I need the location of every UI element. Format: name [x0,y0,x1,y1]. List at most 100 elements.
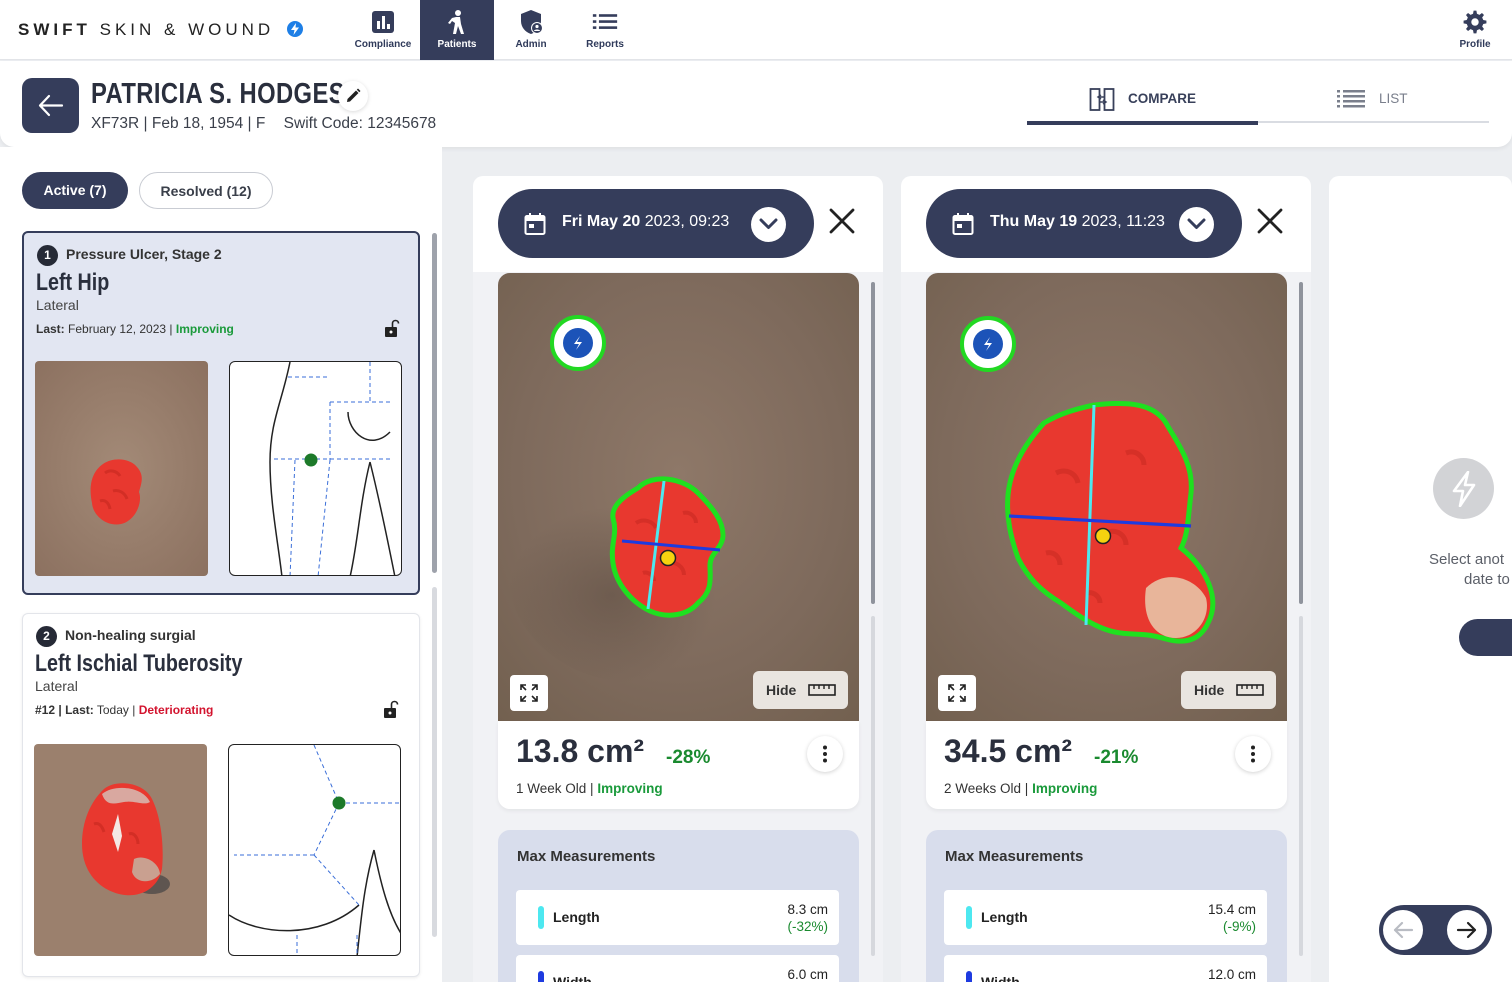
measurement-value: 15.4 cm [1207,902,1256,917]
date-time: 2023, 11:23 [1081,213,1165,230]
status-badge: Improving [1032,781,1098,796]
age-text: 2 Weeks Old | [944,781,1029,796]
close-icon[interactable] [1257,208,1283,234]
bar-chart-icon [372,11,394,33]
last-date: February 12, 2023 | [68,322,173,336]
more-vertical-icon [1251,745,1255,763]
pencil-icon [347,88,361,102]
wound-photo[interactable]: Hide [926,273,1287,721]
arrow-left-icon [1393,921,1414,939]
more-options-button[interactable] [1235,736,1271,772]
list-scrollbar[interactable] [432,233,437,573]
measurement-row-width: Width 12.0 cm [944,955,1267,982]
date-day: Thu May 19 [990,213,1078,230]
status-badge: Improving [175,322,234,336]
expand-icon [948,684,966,702]
wound-age: 2 Weeks Old | Improving [944,781,1097,796]
edit-patient-button[interactable] [338,81,368,111]
nav-profile[interactable]: Profile [1438,0,1512,60]
column-nav-control [1379,905,1492,955]
hide-label: Hide [1194,682,1225,698]
wound-last-assessed: #12 | Last: Today | Deteriorating [35,703,213,717]
expand-photo-button[interactable] [510,675,548,711]
last-label: Last: [36,322,65,336]
wound-thumbnail[interactable] [35,361,208,576]
next-column-button[interactable] [1447,910,1487,950]
add-date-button[interactable] [1459,619,1512,656]
column-scrollbar[interactable] [871,282,875,604]
gear-icon [1463,10,1487,34]
column-scroll-track[interactable] [1299,616,1303,956]
hide-measurements-button[interactable]: Hide [753,671,848,709]
swift-code: Swift Code: 12345678 [283,115,437,132]
placeholder-line-2: date to [1464,571,1510,588]
patient-demographics: XF73R | Feb 18, 1954 | F [91,115,266,132]
wound-sublocation: Lateral [36,297,79,313]
measurement-value: 12.0 cm [1207,967,1256,982]
brand-name-rest: SKIN & WOUND [99,20,275,39]
tab-compare[interactable]: COMPARE [1027,81,1258,125]
wound-number: 1 [37,245,58,266]
nav-patients-label: Patients [437,39,477,50]
unlock-icon[interactable] [384,319,400,339]
measurement-change: (-9%) [1223,919,1256,934]
back-button[interactable] [22,78,79,133]
measurement-label: Width [981,974,1020,982]
date-dropdown-button[interactable] [751,207,786,242]
date-selector[interactable]: Thu May 19 2023, 11:23 [926,189,1242,258]
brand-logo[interactable]: SWIFT SKIN & WOUND [18,20,303,40]
nav-patients[interactable]: Patients [420,0,494,60]
wound-location: Left Hip [36,269,110,296]
tab-list-label: LIST [1379,91,1408,106]
measurement-row-length: Length 15.4 cm (-9%) [944,890,1267,945]
more-vertical-icon [823,745,827,763]
bolt-logo-icon [286,20,303,37]
nav-reports[interactable]: Reports [568,0,642,60]
measurement-row-length: Length 8.3 cm (-32%) [516,890,839,945]
wound-card[interactable]: 2 Non-healing surgial Left Ischial Tuber… [22,613,420,977]
patient-header: PATRICIA S. HODGES XF73R | Feb 18, 1954 … [0,61,1512,147]
wound-type: Non-healing surgial [65,627,196,643]
filter-resolved-button[interactable]: Resolved (12) [139,172,273,209]
tab-compare-label: COMPARE [1128,91,1197,106]
prev-column-button[interactable] [1383,910,1423,950]
body-map-ischial[interactable] [228,744,401,956]
compare-icon [1089,88,1115,111]
date-selector[interactable]: Fri May 20 2023, 09:23 [498,189,814,258]
filter-active-button[interactable]: Active (7) [22,172,128,209]
date-dropdown-button[interactable] [1179,207,1214,242]
wound-number: 2 [36,626,57,647]
wound-card[interactable]: 1 Pressure Ulcer, Stage 2 Left Hip Later… [22,231,420,595]
brand-name-bold: SWIFT [18,20,91,39]
hide-measurements-button[interactable]: Hide [1181,671,1276,709]
area-change: -28% [666,747,711,768]
list-scroll-track[interactable] [432,587,437,937]
expand-photo-button[interactable] [938,675,976,711]
measurement-value: 6.0 cm [787,967,828,982]
wound-age: 1 Week Old | Improving [516,781,663,796]
chevron-down-icon [1187,218,1206,229]
list-icon [592,14,618,29]
max-measurements: Max Measurements Length 8.3 cm (-32%) Wi… [498,830,859,982]
wound-photo[interactable]: Hide [498,273,859,721]
date-time: 2023, 09:23 [644,213,730,230]
nav-compliance[interactable]: Compliance [346,0,420,60]
close-icon[interactable] [829,208,855,234]
more-options-button[interactable] [807,736,843,772]
ruler-icon [808,684,836,696]
unlock-icon[interactable] [383,700,399,720]
max-measurements: Max Measurements Length 15.4 cm (-9%) Wi… [926,830,1287,982]
tab-list[interactable]: LIST [1258,81,1489,123]
list-icon [1337,90,1365,108]
body-map-hip[interactable] [229,361,402,576]
nav-admin[interactable]: Admin [494,0,568,60]
wound-thumbnail[interactable] [34,744,207,956]
date-day: Fri May 20 [562,213,641,230]
last-date: Today | [96,703,136,717]
patient-name: PATRICIA S. HODGES [91,78,346,110]
column-scroll-track[interactable] [871,616,875,956]
compare-column-1: Fri May 20 2023, 09:23 Hide 13.8 cm² -28… [473,176,883,982]
nav-reports-label: Reports [586,39,624,50]
column-scrollbar[interactable] [1299,282,1303,604]
chevron-down-icon [759,218,778,229]
